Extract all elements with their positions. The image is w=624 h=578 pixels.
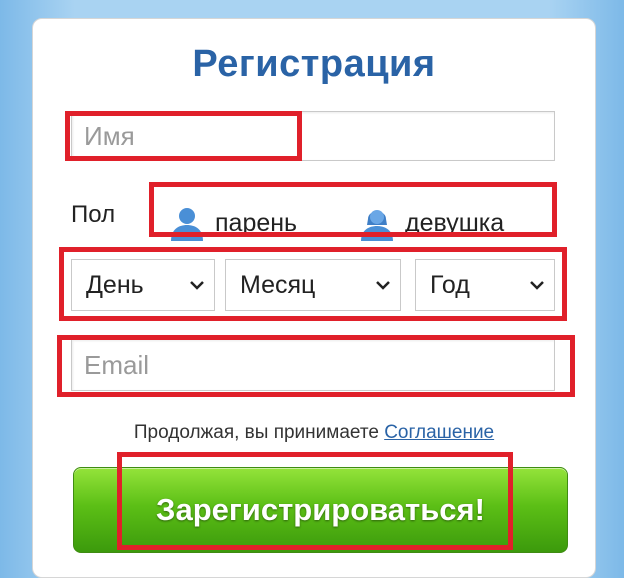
- name-field[interactable]: [71, 111, 555, 161]
- agreement-label: Продолжая, вы принимаете: [133, 422, 379, 443]
- birth-day-value: День: [86, 270, 144, 299]
- agreement-text: Продолжая, вы принимаете Соглашение: [33, 422, 595, 444]
- name-input[interactable]: [72, 112, 554, 160]
- gender-option-female[interactable]: девушка: [359, 205, 504, 241]
- birth-month-select[interactable]: Месяц: [225, 259, 401, 311]
- birth-year-select[interactable]: Год: [415, 259, 555, 311]
- birth-month-value: Месяц: [240, 270, 316, 299]
- gender-option-male-label: парень: [215, 208, 298, 237]
- male-user-icon: [171, 208, 203, 241]
- chevron-down-icon: [376, 281, 390, 290]
- chevron-down-icon: [190, 281, 204, 290]
- female-user-icon: [361, 210, 393, 241]
- form-title: Регистрация: [192, 43, 436, 85]
- email-field[interactable]: [71, 339, 555, 391]
- gender-option-male[interactable]: парень: [169, 205, 297, 241]
- agreement-link[interactable]: Соглашение: [384, 422, 494, 443]
- birth-day-select[interactable]: День: [71, 259, 215, 311]
- register-button-label: Зарегистрироваться!: [156, 492, 485, 527]
- email-input[interactable]: [72, 340, 554, 390]
- chevron-down-icon: [530, 281, 544, 290]
- gender-label: Пол: [71, 201, 116, 228]
- birth-year-value: Год: [430, 270, 470, 299]
- register-button[interactable]: Зарегистрироваться!: [73, 467, 568, 553]
- gender-option-female-label: девушка: [405, 208, 505, 237]
- registration-card: Регистрация Пол парень девушка День Меся…: [32, 18, 596, 578]
